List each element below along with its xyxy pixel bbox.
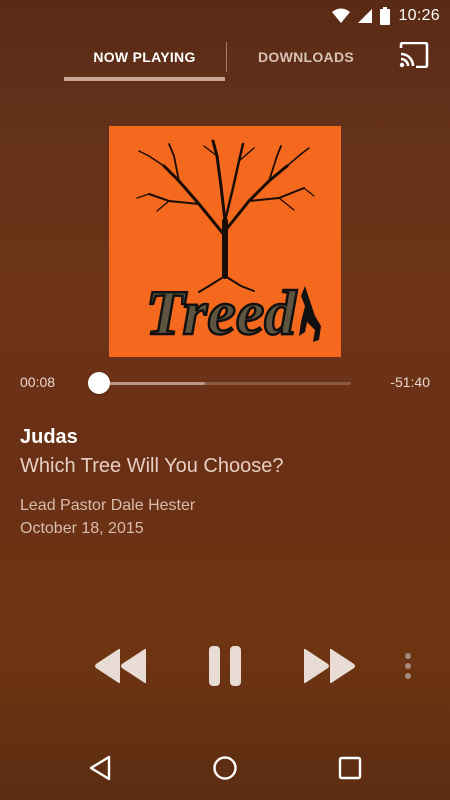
- fast-forward-icon: [302, 646, 358, 691]
- rewind-icon: [92, 646, 148, 691]
- track-date: October 18, 2015: [20, 520, 144, 537]
- back-icon: [88, 755, 112, 786]
- navigation-bar: [0, 740, 450, 800]
- seek-bar[interactable]: [99, 382, 351, 385]
- tree-logo-image: Treed: [136, 139, 321, 349]
- tab-now-playing[interactable]: NOW PLAYING: [64, 32, 225, 82]
- status-bar: 10:26: [0, 0, 450, 32]
- fast-forward-button[interactable]: [298, 640, 362, 696]
- seek-row: 00:08 -51:40: [0, 368, 450, 398]
- tab-downloads[interactable]: DOWNLOADS: [228, 32, 384, 82]
- more-options-button[interactable]: [396, 640, 420, 696]
- status-time: 10:26: [398, 7, 440, 24]
- logo-text: Treed: [146, 277, 297, 348]
- home-icon: [212, 755, 238, 786]
- pause-icon: [207, 644, 243, 693]
- nav-recents-button[interactable]: [326, 752, 374, 788]
- album-artwork: Treed: [109, 126, 341, 357]
- track-subtitle: Which Tree Will You Choose?: [20, 455, 284, 477]
- cast-button[interactable]: [396, 40, 432, 74]
- elapsed-time: 00:08: [20, 374, 56, 390]
- playback-controls: [0, 640, 450, 696]
- recents-icon: [338, 756, 362, 785]
- rewind-button[interactable]: [88, 640, 152, 696]
- seek-buffered: [99, 382, 205, 385]
- wifi-icon: [332, 8, 351, 24]
- track-title: Judas: [20, 426, 78, 448]
- cast-icon: [399, 41, 429, 73]
- nav-back-button[interactable]: [76, 752, 124, 788]
- remaining-time: -51:40: [390, 374, 430, 390]
- seek-thumb[interactable]: [88, 372, 110, 394]
- pause-button[interactable]: [195, 640, 255, 696]
- track-speaker: Lead Pastor Dale Hester: [20, 497, 196, 514]
- tab-divider: [226, 42, 227, 72]
- tab-bar: NOW PLAYING DOWNLOADS: [0, 32, 450, 82]
- more-vertical-icon: [404, 652, 412, 685]
- battery-icon: [380, 7, 391, 25]
- nav-home-button[interactable]: [201, 752, 249, 788]
- cell-signal-icon: [358, 8, 373, 24]
- active-tab-indicator: [64, 77, 225, 81]
